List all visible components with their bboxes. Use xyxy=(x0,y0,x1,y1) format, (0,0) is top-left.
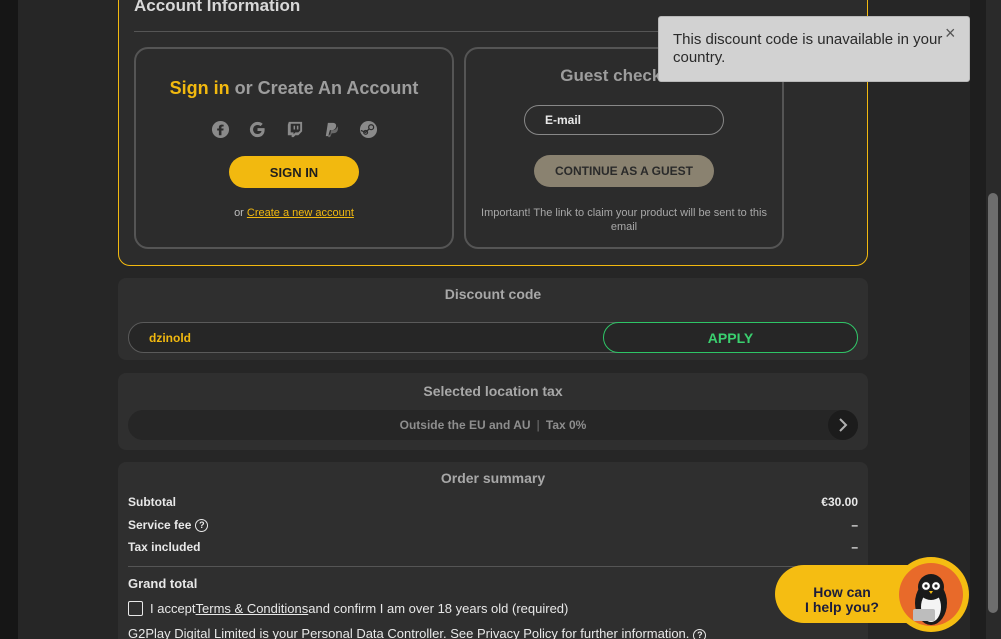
location-tax-title: Selected location tax xyxy=(423,383,563,399)
sign-in-button[interactable]: SIGN IN xyxy=(229,156,359,188)
account-information-title: Account Information xyxy=(134,0,301,15)
create-account-line: or Create a new account xyxy=(136,207,452,219)
subtotal-label: Subtotal xyxy=(128,495,176,509)
service-fee-value: – xyxy=(851,518,858,532)
penguin-mascot-icon xyxy=(899,563,963,626)
chat-line-2: I help you? xyxy=(805,599,879,615)
subtotal-value: €30.00 xyxy=(821,495,858,509)
terms-link[interactable]: Terms & Conditions xyxy=(196,601,309,616)
toast-message: This discount code is unavailable in you… xyxy=(673,31,943,66)
email-field[interactable] xyxy=(524,105,724,135)
signin-panel: Sign in or Create An Account SIGN IN or … xyxy=(134,47,454,249)
help-icon[interactable]: ? xyxy=(195,518,209,532)
signin-heading-rest: or Create An Account xyxy=(229,78,419,98)
paypal-icon[interactable] xyxy=(321,119,341,139)
terms-checkbox[interactable] xyxy=(128,601,143,616)
facebook-icon[interactable] xyxy=(210,119,230,139)
terms-suffix: and confirm I am over 18 years old (requ… xyxy=(308,601,569,616)
guest-email-note: Important! The link to claim your produc… xyxy=(481,207,767,233)
order-summary-title: Order summary xyxy=(440,470,546,486)
tax-included-value: – xyxy=(851,540,858,554)
close-icon[interactable]: × xyxy=(945,23,956,44)
tax-included-label: Tax included xyxy=(128,540,201,554)
continue-as-guest-button[interactable]: CONTINUE AS A GUEST xyxy=(534,155,714,187)
create-account-prefix: or xyxy=(234,207,247,219)
discount-error-toast: This discount code is unavailable in you… xyxy=(658,16,970,82)
chevron-right-icon[interactable] xyxy=(828,410,858,440)
chat-line-1: How can xyxy=(813,584,871,600)
terms-row: I accept Terms & Conditions and confirm … xyxy=(128,601,568,616)
twitch-icon[interactable] xyxy=(284,119,304,139)
tax-location-select[interactable]: Outside the EU and AU | Tax 0% xyxy=(128,410,858,440)
service-fee-row: Service fee ? – xyxy=(128,518,858,532)
tax-location-value: Outside the EU and AU xyxy=(399,418,531,432)
create-account-link[interactable]: Create a new account xyxy=(247,207,354,219)
grand-total-label: Grand total xyxy=(128,576,198,591)
service-fee-label: Service fee xyxy=(128,518,192,532)
data-controller-notice: G2Play Digital Limited is your Personal … xyxy=(128,626,707,639)
terms-prefix: I accept xyxy=(150,601,196,616)
discount-code-title: Discount code xyxy=(444,286,542,302)
social-login-row xyxy=(210,119,378,139)
tax-separator: | xyxy=(536,418,540,432)
page-right-margin xyxy=(970,0,986,639)
tax-rate-value: Tax 0% xyxy=(545,418,587,432)
scrollbar-thumb[interactable] xyxy=(988,193,998,613)
apply-discount-button[interactable]: APPLY xyxy=(603,322,858,353)
chat-widget[interactable]: How can I help you? xyxy=(775,557,970,632)
google-icon[interactable] xyxy=(247,119,267,139)
location-tax-section: Selected location tax Outside the EU and… xyxy=(118,373,868,450)
chat-avatar[interactable] xyxy=(893,557,969,632)
tax-included-row: Tax included – xyxy=(128,540,858,554)
service-fee-label-group: Service fee ? xyxy=(128,518,209,532)
page-left-margin xyxy=(0,0,18,639)
steam-icon[interactable] xyxy=(358,119,378,139)
order-divider xyxy=(128,566,858,567)
discount-code-section: Discount code APPLY xyxy=(118,278,868,360)
data-controller-text: G2Play Digital Limited is your Personal … xyxy=(128,626,690,639)
help-icon[interactable]: ? xyxy=(693,628,707,639)
subtotal-row: Subtotal €30.00 xyxy=(128,495,858,509)
signin-heading-highlight: Sign in xyxy=(169,78,230,98)
signin-heading: Sign in or Create An Account xyxy=(136,78,452,99)
chat-prompt: How can I help you? xyxy=(787,585,897,615)
